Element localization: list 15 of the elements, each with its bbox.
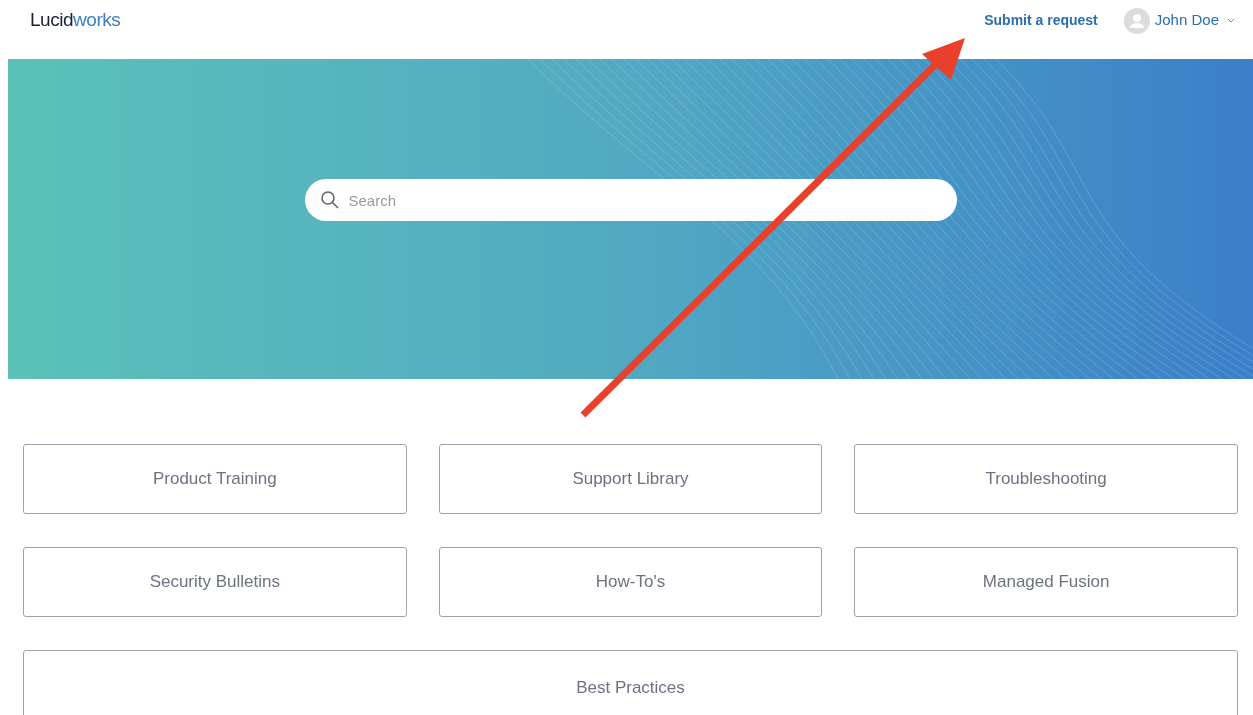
category-card[interactable]: Security Bulletins [23,547,407,617]
category-card[interactable]: Managed Fusion [854,547,1238,617]
category-card[interactable]: Product Training [23,444,407,514]
submit-request-link[interactable]: Submit a request [984,10,1098,31]
category-card[interactable]: How-To's [438,547,823,617]
avatar-icon [1123,7,1150,34]
caret-icon [1227,17,1235,24]
category-card[interactable]: Support Library [438,444,823,514]
category-card[interactable]: Best Practices [23,650,1238,715]
search-field[interactable]: Search [304,179,957,221]
user-menu[interactable]: John Doe [1123,7,1235,34]
search-icon [319,190,340,210]
category-card[interactable]: Troubleshooting [854,444,1238,514]
logo[interactable]: Lucidworks [30,6,121,35]
user-name: John Doe [1154,10,1219,31]
